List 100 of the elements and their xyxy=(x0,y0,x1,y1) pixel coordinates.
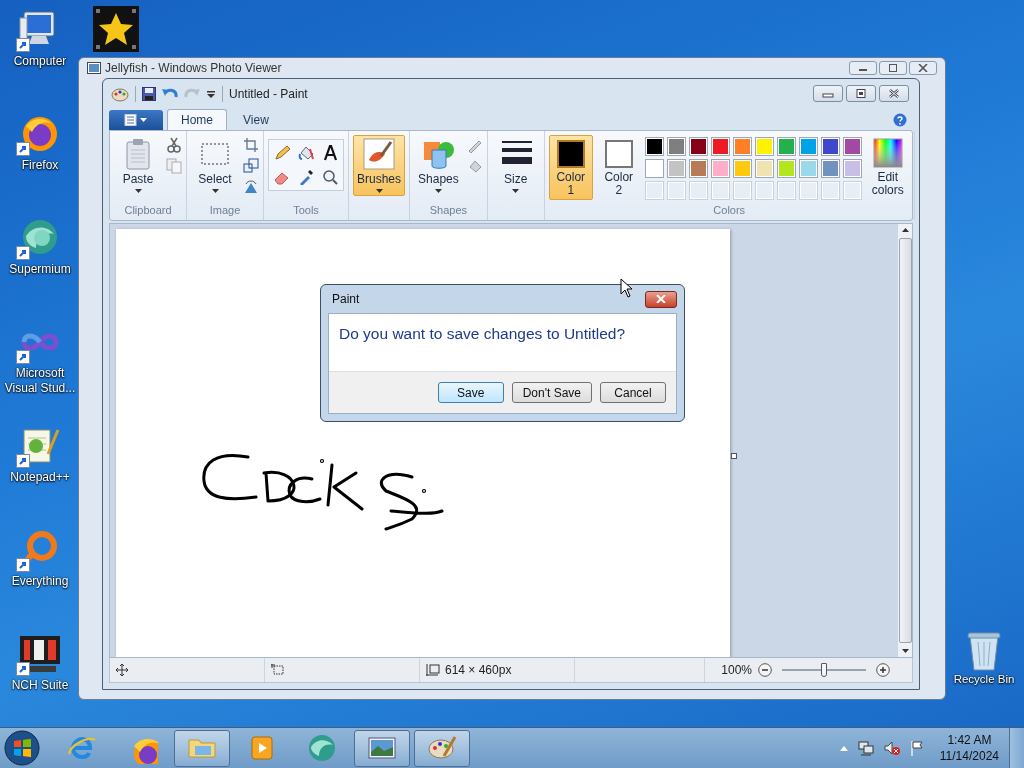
palette-swatch[interactable] xyxy=(666,137,686,157)
ribbon-button[interactable]: Color 2 xyxy=(596,135,641,201)
empty-swatch[interactable] xyxy=(754,181,774,201)
palette-swatch[interactable] xyxy=(798,137,818,157)
resize-icon[interactable] xyxy=(243,158,259,175)
palette-swatch[interactable] xyxy=(710,137,730,157)
ribbon-tab[interactable]: View xyxy=(229,109,283,131)
ribbon-button[interactable]: Paste xyxy=(114,135,162,197)
dialog-button[interactable]: Cancel xyxy=(600,382,666,403)
rotate-icon[interactable] xyxy=(243,179,259,196)
palette-swatch[interactable] xyxy=(842,159,862,179)
dialog-title: Paint xyxy=(332,292,360,306)
dialog-button[interactable]: Save xyxy=(437,382,504,403)
recycle-bin-icon[interactable] xyxy=(964,630,1004,672)
dropdown-icon[interactable] xyxy=(206,88,216,99)
scroll-up-icon[interactable] xyxy=(901,228,909,233)
swirl-orb-icon xyxy=(306,732,338,764)
star-film-icon[interactable] xyxy=(93,6,139,52)
crop-icon[interactable] xyxy=(243,137,259,154)
desktop-icon-label[interactable]: Supermium xyxy=(1,262,79,277)
empty-swatch[interactable] xyxy=(644,181,664,201)
save-icon[interactable] xyxy=(142,86,156,101)
desktop-icon-label[interactable]: Microsoft Visual Stud... xyxy=(1,366,79,396)
ribbon-button[interactable]: Color 1 xyxy=(548,135,593,201)
palette-swatch[interactable] xyxy=(644,159,664,179)
palette-swatch[interactable] xyxy=(776,159,796,179)
ribbon-button[interactable]: Shapes xyxy=(414,135,463,197)
empty-swatch[interactable] xyxy=(820,181,840,201)
desktop-icon-label[interactable]: Everything xyxy=(1,574,79,589)
help-icon[interactable] xyxy=(893,112,907,127)
minimize-button[interactable] xyxy=(849,61,877,75)
mouse-cursor-icon xyxy=(620,278,634,298)
volume-muted-icon[interactable] xyxy=(883,740,900,756)
palette-swatch[interactable] xyxy=(710,159,730,179)
desktop-icon-label[interactable]: Computer xyxy=(1,54,79,69)
palette-swatch[interactable] xyxy=(732,159,752,179)
palette-icon[interactable] xyxy=(111,85,129,102)
empty-swatch[interactable] xyxy=(710,181,730,201)
maximize-icon xyxy=(888,64,898,72)
group-label: Image xyxy=(208,204,242,219)
ribbon-tab[interactable]: Home xyxy=(167,109,227,131)
network-icon[interactable] xyxy=(857,740,874,756)
ribbon-button[interactable]: Select xyxy=(191,135,239,197)
taskbar-button[interactable] xyxy=(354,729,410,767)
caret-icon xyxy=(375,189,383,194)
palette-swatch[interactable] xyxy=(820,159,840,179)
ribbon-button[interactable]: Edit colors xyxy=(865,135,910,201)
zoom-in-icon[interactable] xyxy=(876,663,890,678)
taskbar-button[interactable] xyxy=(414,729,470,767)
maximize-button[interactable] xyxy=(879,61,907,75)
palette-swatch[interactable] xyxy=(754,159,774,179)
clock[interactable]: 1:42 AM 11/14/2024 xyxy=(933,732,1005,764)
close-button[interactable] xyxy=(879,85,909,103)
pencil-icon[interactable] xyxy=(274,145,290,162)
palette-swatch[interactable] xyxy=(688,137,708,157)
empty-swatch[interactable] xyxy=(798,181,818,201)
ribbon-button[interactable]: Brushes xyxy=(353,135,406,197)
image-size-icon xyxy=(426,664,440,677)
cut-icon[interactable] xyxy=(166,137,182,154)
dialog-button[interactable]: Don't Save xyxy=(511,382,592,403)
empty-swatch[interactable] xyxy=(666,181,686,201)
palette-swatch[interactable] xyxy=(666,159,686,179)
palette-swatch[interactable] xyxy=(754,137,774,157)
empty-swatch[interactable] xyxy=(732,181,752,201)
slider-thumb[interactable] xyxy=(821,663,827,678)
palette-swatch[interactable] xyxy=(842,137,862,157)
desktop-icon-label[interactable]: Notepad++ xyxy=(1,470,79,485)
desktop-icon-label[interactable]: NCH Suite xyxy=(1,678,79,693)
palette-swatch[interactable] xyxy=(732,137,752,157)
palette-swatch[interactable] xyxy=(798,159,818,179)
flag-icon[interactable] xyxy=(909,740,924,756)
color-picker-icon[interactable] xyxy=(298,169,314,186)
close-icon xyxy=(656,295,666,303)
selection-size-icon xyxy=(271,664,285,677)
magnifier-icon[interactable] xyxy=(322,169,338,186)
text-tool-icon[interactable] xyxy=(322,145,338,162)
desktop-icon-label[interactable]: Firefox xyxy=(1,158,79,173)
close-button[interactable] xyxy=(909,61,937,75)
close-button[interactable] xyxy=(645,290,677,308)
app-menu-button[interactable] xyxy=(109,110,163,131)
show-hidden-icons-icon[interactable] xyxy=(839,745,848,751)
empty-swatch[interactable] xyxy=(688,181,708,201)
resize-handle[interactable] xyxy=(731,453,737,460)
zoom-out-icon[interactable] xyxy=(758,663,772,678)
group-label: Tools xyxy=(292,204,320,219)
taskbar-button[interactable] xyxy=(174,729,230,767)
start-orb-icon[interactable] xyxy=(4,730,40,766)
ribbon-button[interactable]: Size xyxy=(491,135,540,197)
palette-swatch[interactable] xyxy=(644,137,664,157)
group-label: Clipboard xyxy=(123,204,173,219)
palette-swatch[interactable] xyxy=(688,159,708,179)
empty-swatch[interactable] xyxy=(842,181,862,201)
maximize-button[interactable] xyxy=(846,85,876,103)
empty-swatch[interactable] xyxy=(776,181,796,201)
palette-swatch[interactable] xyxy=(776,137,796,157)
window-title: Jellyfish - Windows Photo Viewer xyxy=(105,61,282,75)
palette-swatch[interactable] xyxy=(820,137,840,157)
show-desktop-button[interactable] xyxy=(1009,728,1024,768)
desktop-icon-label[interactable]: Recycle Bin xyxy=(953,672,1015,687)
scroll-down-icon[interactable] xyxy=(901,649,909,654)
